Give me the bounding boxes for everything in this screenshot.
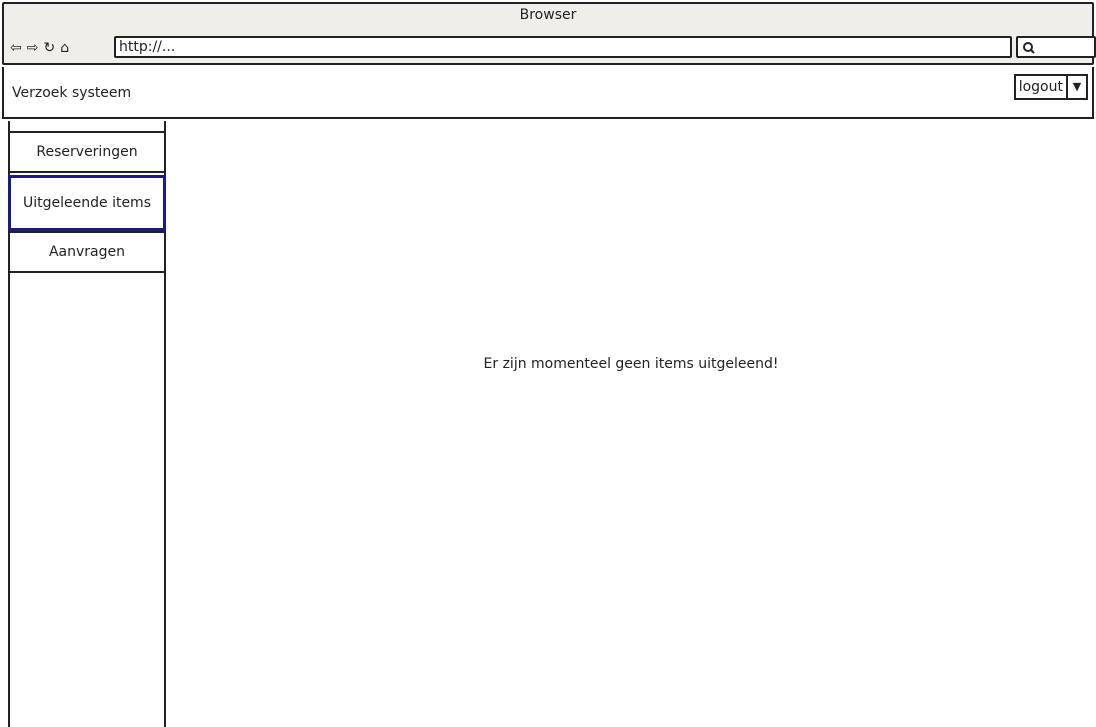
sidebar-item-uitgeleende-items[interactable]: Uitgeleende items [8,175,166,231]
main-content: Er zijn momenteel geen items uitgeleend! [166,121,1096,727]
sidebar-item-aanvragen[interactable]: Aanvragen [8,231,166,273]
forward-arrow-icon[interactable]: ⇨ [27,40,39,56]
search-icon [1023,42,1035,54]
browser-search-input[interactable] [1016,36,1096,58]
sidebar: Reserveringen Uitgeleende items Aanvrage… [8,121,166,727]
caret-down-icon[interactable]: ▼ [1068,74,1088,100]
browser-nav-icons: ⇦ ⇨ ↻ ⌂ [10,40,69,56]
app-title: Verzoek systeem [12,85,132,101]
reload-icon[interactable]: ↻ [43,40,55,56]
url-input[interactable]: http://... [114,36,1012,58]
sidebar-item-reserveringen[interactable]: Reserveringen [8,131,166,173]
app-header: Verzoek systeem logout ▼ [2,67,1094,119]
logout-button[interactable]: logout [1013,74,1068,100]
back-arrow-icon[interactable]: ⇦ [10,40,22,56]
browser-title: Browser [519,7,577,23]
browser-chrome: Browser ⇦ ⇨ ↻ ⌂ http://... [2,2,1096,65]
empty-state-message: Er zijn momenteel geen items uitgeleend! [483,356,779,372]
home-icon[interactable]: ⌂ [60,40,69,56]
logout-control: logout ▼ [1013,74,1088,100]
browser-window: Browser ⇦ ⇨ ↻ ⌂ http://... Verzoek syste… [0,0,1096,727]
